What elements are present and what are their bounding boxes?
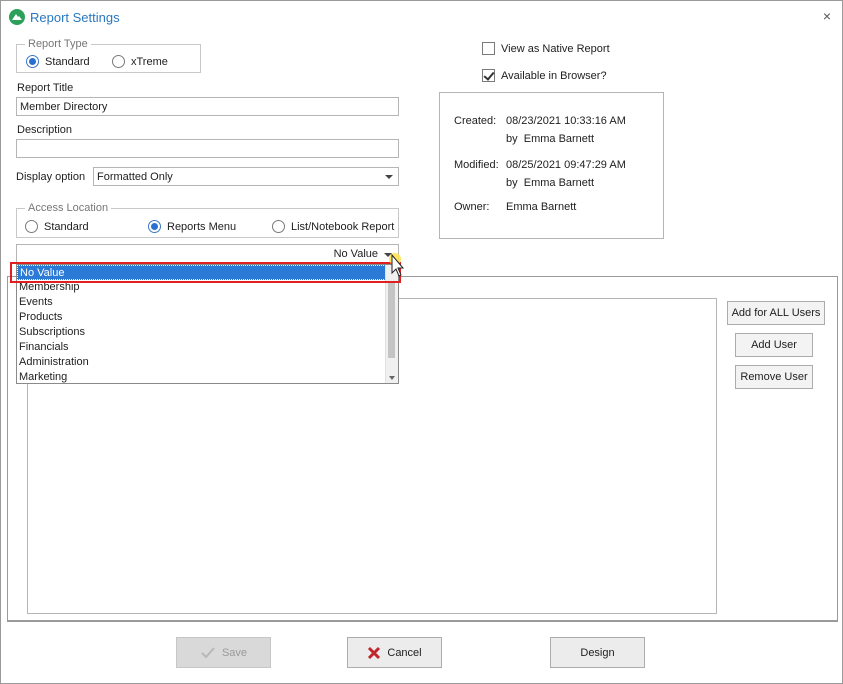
checkmark-icon bbox=[201, 646, 215, 658]
category-combo-value: No Value bbox=[333, 248, 378, 260]
checkbox-unchecked-icon bbox=[482, 42, 495, 55]
dropdown-item[interactable]: Products bbox=[17, 310, 398, 325]
chevron-down-icon bbox=[385, 175, 393, 179]
window-title: Report Settings bbox=[30, 10, 120, 25]
radio-unselected-icon bbox=[112, 55, 125, 68]
report-type-legend: Report Type bbox=[28, 38, 88, 50]
cancel-button[interactable]: Cancel bbox=[347, 637, 442, 668]
radio-label: xTreme bbox=[131, 55, 168, 68]
radio-selected-icon bbox=[26, 55, 39, 68]
radio-label: List/Notebook Report bbox=[291, 220, 395, 233]
modified-value: 08/25/2021 09:47:29 AM bbox=[506, 159, 626, 171]
dropdown-item[interactable]: Administration bbox=[17, 355, 398, 370]
report-type-xtreme-radio[interactable]: xTreme bbox=[112, 55, 168, 68]
add-user-button[interactable]: Add User bbox=[735, 333, 813, 357]
scroll-down-arrow-icon[interactable] bbox=[389, 376, 395, 380]
cancel-label: Cancel bbox=[387, 646, 422, 659]
created-by: by Emma Barnett bbox=[506, 133, 595, 145]
close-icon[interactable]: × bbox=[819, 8, 835, 24]
dropdown-item[interactable]: Marketing bbox=[17, 370, 398, 385]
description-input[interactable] bbox=[16, 139, 399, 158]
access-standard-radio[interactable]: Standard bbox=[25, 220, 89, 233]
checkbox-label: View as Native Report bbox=[501, 42, 610, 55]
display-option-label: Display option bbox=[16, 171, 86, 183]
dropdown-item[interactable]: Membership bbox=[17, 280, 398, 295]
modified-by: by Emma Barnett bbox=[506, 177, 595, 189]
radio-unselected-icon bbox=[272, 220, 285, 233]
owner-value: Emma Barnett bbox=[506, 201, 577, 213]
report-title-input[interactable]: Member Directory bbox=[16, 97, 399, 116]
radio-label: Standard bbox=[44, 220, 89, 233]
access-location-legend: Access Location bbox=[28, 202, 109, 214]
add-all-users-button[interactable]: Add for ALL Users bbox=[727, 301, 825, 325]
dropdown-item[interactable]: No Value bbox=[17, 265, 398, 280]
description-label: Description bbox=[17, 124, 73, 136]
view-native-report-checkbox[interactable]: View as Native Report bbox=[482, 42, 610, 55]
checkbox-checked-icon bbox=[482, 69, 495, 82]
cancel-x-icon bbox=[368, 646, 381, 659]
available-in-browser-checkbox[interactable]: Available in Browser? bbox=[482, 69, 607, 82]
scrollbar-thumb[interactable] bbox=[388, 283, 395, 358]
report-type-standard-radio[interactable]: Standard bbox=[26, 55, 90, 68]
dropdown-scrollbar[interactable] bbox=[385, 265, 398, 383]
report-settings-window: Report Settings × Report Type Standard x… bbox=[0, 0, 843, 684]
dropdown-item[interactable]: Subscriptions bbox=[17, 325, 398, 340]
report-title-label: Report Title bbox=[17, 82, 74, 94]
radio-unselected-icon bbox=[25, 220, 38, 233]
display-option-select[interactable]: Formatted Only bbox=[93, 167, 399, 186]
radio-label: Reports Menu bbox=[167, 220, 237, 233]
save-button[interactable]: Save bbox=[176, 637, 271, 668]
remove-user-button[interactable]: Remove User bbox=[735, 365, 813, 389]
mouse-cursor-icon bbox=[389, 253, 405, 277]
created-label: Created: bbox=[454, 115, 497, 127]
category-combo[interactable]: No Value bbox=[16, 244, 399, 264]
access-list-notebook-radio[interactable]: List/Notebook Report bbox=[272, 220, 394, 233]
modified-label: Modified: bbox=[454, 159, 499, 171]
footer-divider bbox=[7, 621, 838, 622]
app-logo-icon bbox=[9, 9, 25, 25]
save-label: Save bbox=[221, 646, 248, 659]
category-dropdown-list[interactable]: No Value Membership Events Products Subs… bbox=[16, 264, 399, 384]
created-value: 08/23/2021 10:33:16 AM bbox=[506, 115, 626, 127]
dropdown-item[interactable]: Financials bbox=[17, 340, 398, 355]
design-button[interactable]: Design bbox=[550, 637, 645, 668]
dropdown-item[interactable]: Events bbox=[17, 295, 398, 310]
display-option-value: Formatted Only bbox=[97, 171, 173, 183]
checkbox-label: Available in Browser? bbox=[501, 69, 607, 82]
radio-label: Standard bbox=[45, 55, 90, 68]
radio-selected-icon bbox=[148, 220, 161, 233]
access-reports-menu-radio[interactable]: Reports Menu bbox=[148, 220, 236, 233]
owner-label: Owner: bbox=[454, 201, 490, 213]
